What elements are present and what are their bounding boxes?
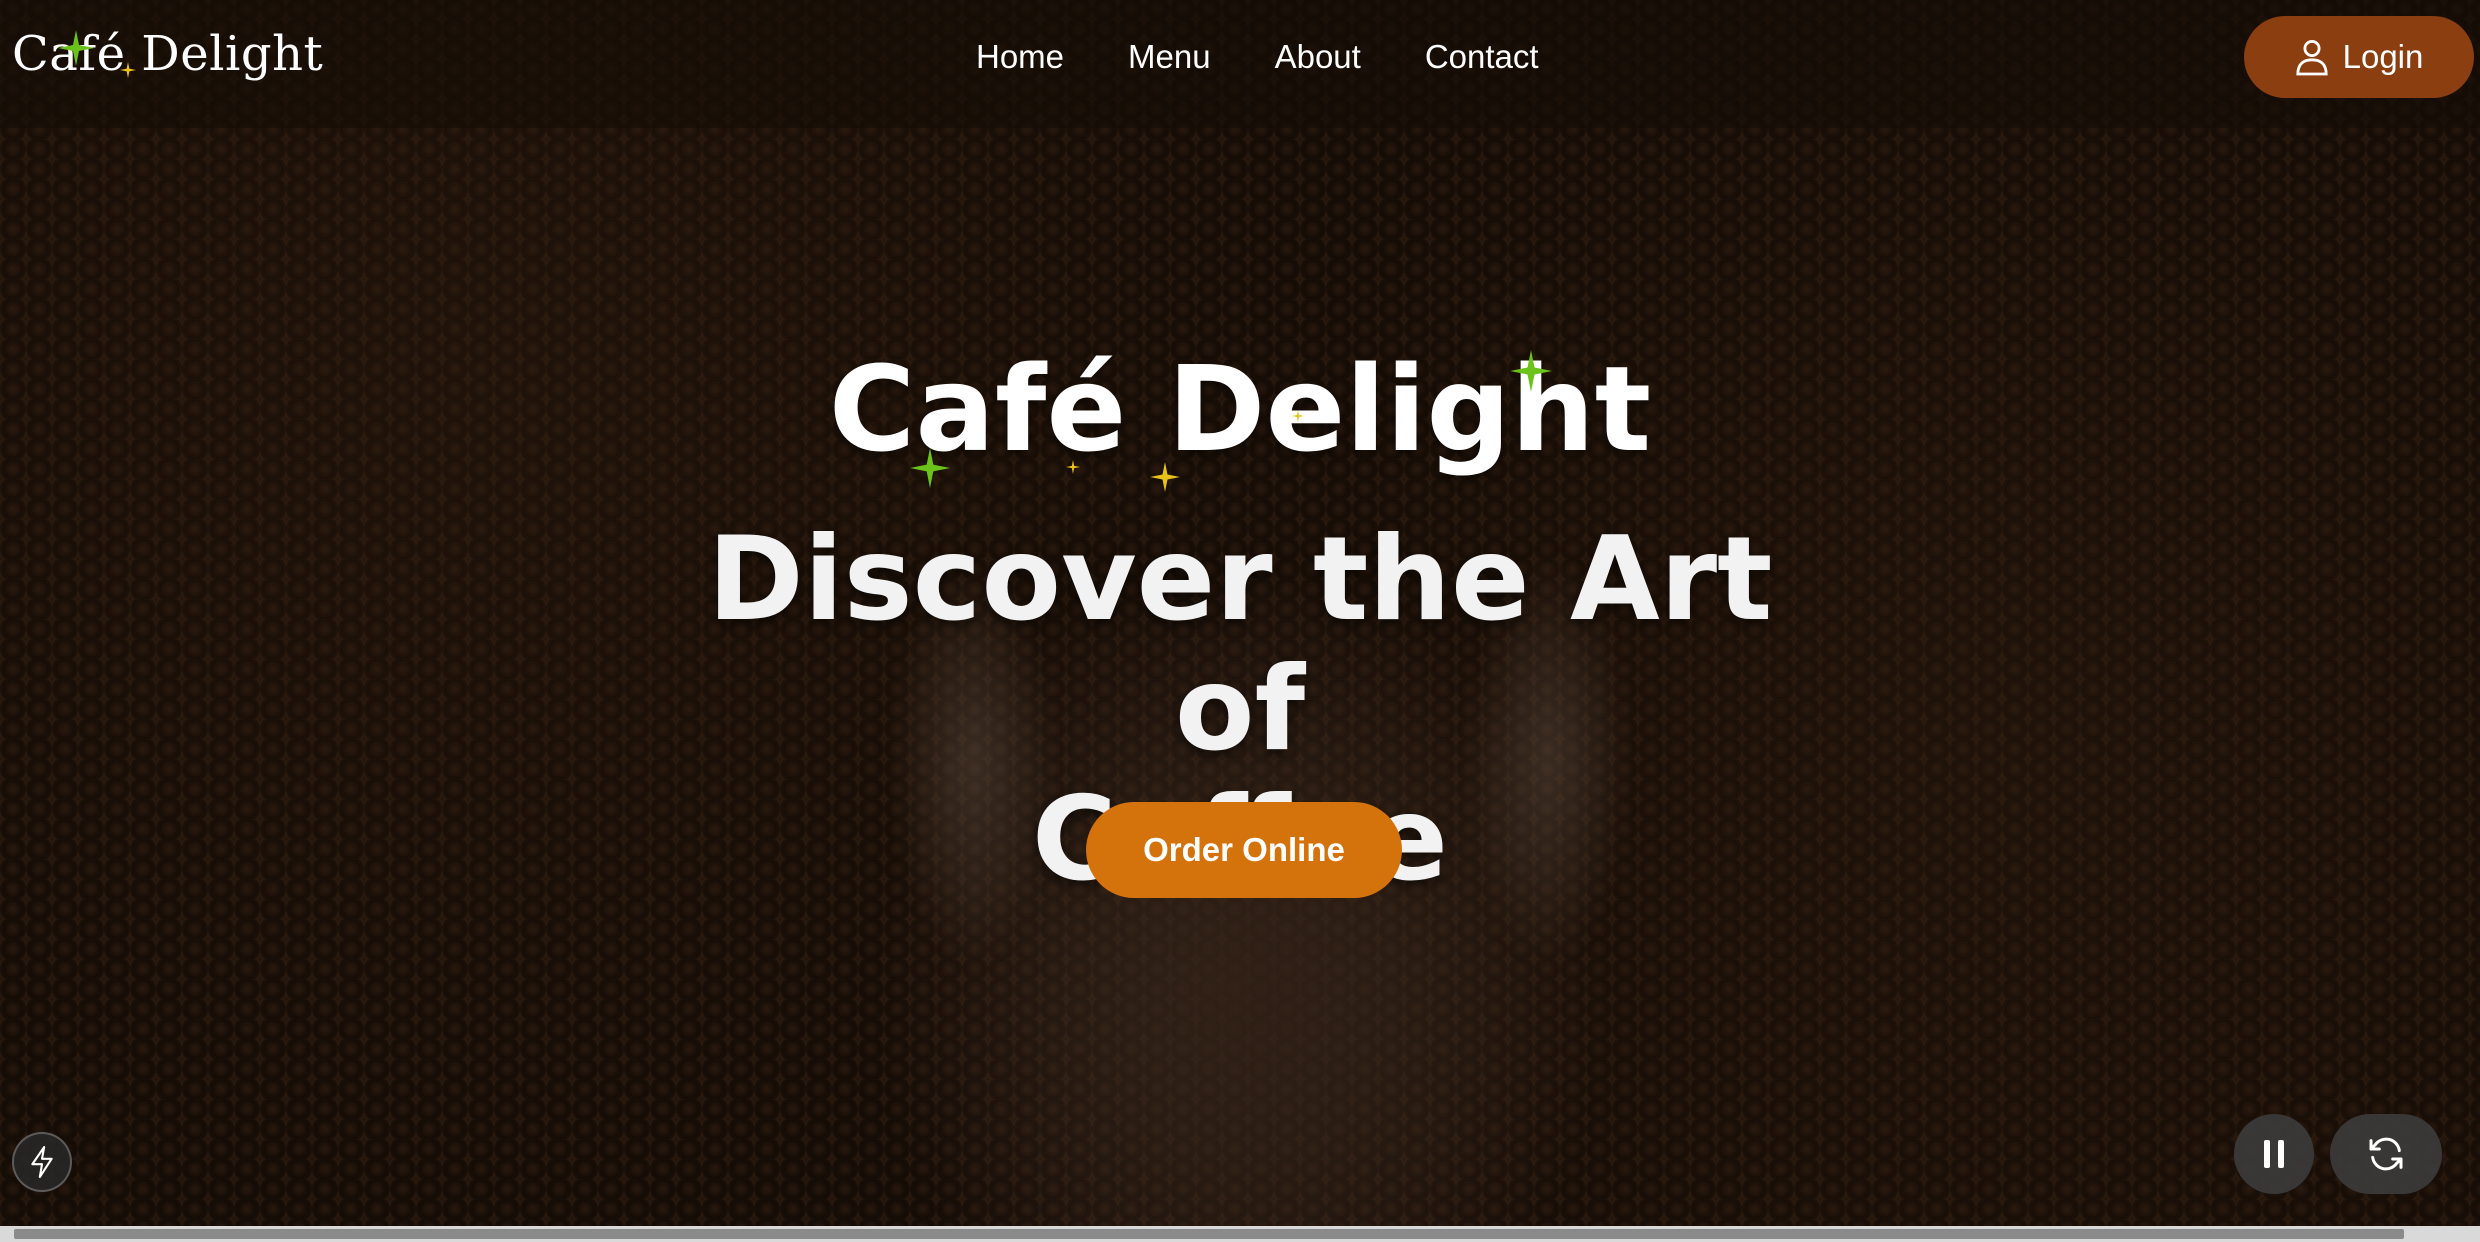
pause-button[interactable]: [2234, 1114, 2314, 1194]
user-icon: [2296, 40, 2328, 76]
nav-menu[interactable]: Menu: [1128, 38, 1211, 76]
sparkle-icon: [58, 30, 94, 66]
refresh-icon: [2369, 1137, 2403, 1171]
nav-home[interactable]: Home: [976, 38, 1064, 76]
sparkle-icon: [910, 448, 950, 488]
main-nav: Home Menu About Contact: [976, 38, 1539, 76]
login-label: Login: [2342, 38, 2424, 75]
horizontal-scrollbar[interactable]: [0, 1226, 2480, 1242]
refresh-button[interactable]: [2330, 1114, 2442, 1194]
nav-about[interactable]: About: [1275, 38, 1361, 76]
sparkle-icon: [1510, 350, 1552, 392]
sparkle-icon: [1066, 460, 1080, 474]
scrollbar-thumb[interactable]: [14, 1229, 2404, 1239]
bolt-button[interactable]: [12, 1132, 72, 1192]
hero-subtitle-line-1: Discover the Art of: [707, 512, 1773, 777]
order-online-button[interactable]: Order Online: [1086, 802, 1402, 898]
nav-contact[interactable]: Contact: [1425, 38, 1539, 76]
lightning-bolt-icon: [31, 1146, 53, 1178]
hero-title: Café Delight: [828, 340, 1652, 478]
page: Café Delight Home Menu About Contact Log…: [0, 0, 2480, 1242]
sparkle-icon: [1150, 462, 1180, 492]
site-header: Café Delight Home Menu About Contact Log…: [0, 0, 2480, 128]
login-button[interactable]: Login: [2244, 16, 2474, 98]
sparkle-icon: [120, 62, 136, 78]
sparkle-icon: [1292, 410, 1304, 422]
pause-icon: [2264, 1140, 2284, 1168]
